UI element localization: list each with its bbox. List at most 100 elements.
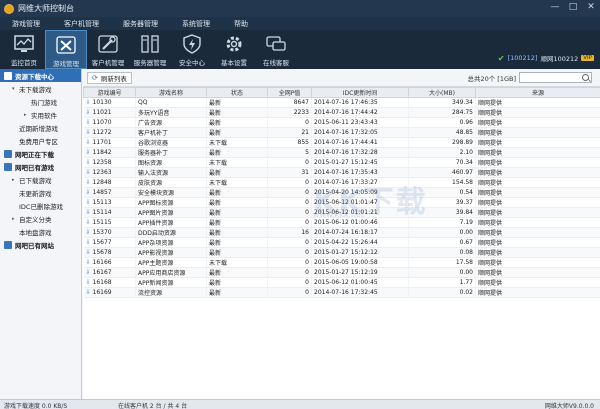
chevron-right-icon[interactable]: ▸	[12, 177, 19, 183]
cell-source: 顺网提供	[475, 197, 600, 208]
column-header-name[interactable]: 游戏名称	[135, 87, 207, 98]
minimize-button[interactable]: —	[546, 0, 564, 14]
menu-help[interactable]: 帮助	[222, 19, 260, 29]
download-icon: ⇩	[85, 189, 91, 196]
menu-client-management[interactable]: 客户机管理	[52, 19, 111, 29]
sidebar-item-3[interactable]: ▸ 实用软件	[0, 108, 81, 121]
table-row[interactable]: ⇩ 16169 流控资源 最新 0 2014-07-16 17:32:45 0.02 顺网提供	[83, 287, 600, 298]
chevron-right-icon[interactable]: ▸	[12, 216, 19, 222]
sidebar-item-11[interactable]: ▸ 自定义分类	[0, 212, 81, 225]
table-row[interactable]: ⇩ 11842 服务器补丁 最新 5 2014-07-16 17:32:28 2.10 顺网提…	[83, 147, 600, 158]
cell-name-text: APP插件资源	[138, 220, 174, 227]
sidebar-item-0[interactable]: 资源下载中心	[0, 69, 81, 82]
cell-p-value: 0	[267, 217, 312, 228]
cell-p-value: 21	[267, 127, 312, 138]
sidebar-item-4[interactable]: 近期新增游戏	[0, 121, 81, 134]
download-icon: ⇩	[85, 129, 91, 136]
cell-id-text: 12363	[92, 169, 112, 176]
toolbar-online-service[interactable]: 在线客服	[255, 30, 297, 69]
column-header-status[interactable]: 状态	[206, 87, 268, 98]
toolbar-label: 监控首页	[11, 59, 37, 67]
toolbar-basic-settings[interactable]: 基本设置	[213, 30, 255, 69]
menu-game-management[interactable]: 游戏管理	[0, 19, 52, 29]
close-button[interactable]: ✕	[582, 0, 600, 14]
cell-size: 0.00	[408, 227, 476, 238]
sidebar-item-10[interactable]: IDC已删除游戏	[0, 199, 81, 212]
toolbar-client-management[interactable]: 客户机管理	[87, 30, 129, 69]
cell-p-value-text: 855	[297, 139, 309, 146]
table-row[interactable]: ⇩ 11021 多玩YY语音 最新 2233 2014-07-16 17:44:42 284…	[83, 107, 600, 118]
cell-size-text: 48.85	[455, 129, 473, 136]
cell-idc-time: 2014-07-16 17:32:28	[311, 147, 409, 158]
table-row[interactable]: ⇩ 14857 安全模块资源 最新 0 2015-04-20 14:05:09 0.54 顺网…	[83, 187, 600, 198]
sidebar-item-label: 已下载游戏	[19, 176, 52, 185]
sidebar-item-1[interactable]: ▾ 未下载游戏	[0, 82, 81, 95]
cell-p-value: 0	[267, 187, 312, 198]
app-logo-icon	[4, 3, 14, 14]
menu-server-management[interactable]: 服务器管理	[111, 19, 170, 29]
sidebar-item-7[interactable]: 网吧已有游戏	[0, 160, 81, 173]
server-icon	[138, 33, 162, 55]
sidebar-item-2[interactable]: 热门游戏	[0, 95, 81, 108]
toolbar-monitor-home[interactable]: 监控首页	[3, 30, 45, 69]
cell-p-value-text: 0	[305, 259, 309, 266]
cell-name-text: DDD启动资源	[138, 230, 176, 237]
cell-size-text: 1.77	[459, 279, 473, 286]
sidebar-item-8[interactable]: ▸ 已下载游戏	[0, 173, 81, 186]
table-row[interactable]: ⇩ 11272 客户机补丁 最新 21 2014-07-16 17:32:05 48.85 顺…	[83, 127, 600, 138]
table-row[interactable]: ⇩ 15370 DDD启动资源 最新 16 2014-07-24 16:18:17 0.00…	[83, 227, 600, 238]
cell-idc-time-text: 2014-07-16 17:44:42	[314, 109, 378, 116]
sidebar-item-9[interactable]: 未更新游戏	[0, 186, 81, 199]
table-row[interactable]: ⇩ 16166 APP主题资源 未下载 0 2015-06-05 19:00:58 17.5…	[83, 257, 600, 268]
table-row[interactable]: ⇩ 10130 QQ 最新 8647 2014-07-16 17:46:35 349.34 顺…	[83, 97, 600, 108]
table-row[interactable]: ⇩ 12848 皮肤资源 未下载 0 2014-07-16 17:33:27 154.58 顺…	[83, 177, 600, 188]
table-row[interactable]: ⇩ 11070 广告资源 最新 0 2015-06-11 23:43:43 0.96 顺网提供	[83, 117, 600, 128]
search-icon[interactable]	[582, 74, 589, 81]
column-header-size[interactable]: 大小(MB)	[408, 87, 476, 98]
chevron-down-icon[interactable]: ▾	[12, 86, 19, 92]
cell-p-value-text: 0	[305, 269, 309, 276]
cell-source: 顺网提供	[475, 237, 600, 248]
cell-idc-time-text: 2015-04-20 14:05:09	[314, 189, 378, 196]
maximize-button[interactable]: □	[564, 0, 582, 14]
table-row[interactable]: ⇩ 11701 谷歌浏览器 未下载 855 2014-07-16 17:44:41 298.…	[83, 137, 600, 148]
cell-name: APP影视资源	[135, 247, 207, 258]
main-panel: ⟳ 刷新列表 总共20个 [1GB] 游戏编号 游戏名称 状态 全网P值 IDC…	[83, 69, 600, 399]
cell-status: 最新	[206, 227, 268, 238]
sidebar-item-label: IDC已删除游戏	[19, 202, 63, 211]
chevron-right-icon[interactable]: ▸	[24, 112, 31, 118]
cell-status-text: 未下载	[209, 180, 228, 187]
cell-id: ⇩ 16168	[83, 277, 136, 288]
table-row[interactable]: ⇩ 15115 APP插件资源 最新 0 2015-06-12 01:00:46 7.19 顺…	[83, 217, 600, 228]
toolbar-server-management[interactable]: 服务器管理	[129, 30, 171, 69]
table-row[interactable]: ⇩ 15678 APP影视资源 最新 0 2015-01-27 15:12:12 0.08 顺…	[83, 247, 600, 258]
table-row[interactable]: ⇩ 16168 APP新闻资源 最新 0 2015-06-12 01:00:45 1.77 顺…	[83, 277, 600, 288]
toolbar-security-center[interactable]: 安全中心	[171, 30, 213, 69]
cell-id-text: 16166	[92, 259, 112, 266]
cell-status-text: 未下载	[209, 140, 228, 147]
cell-name-text: 服务器补丁	[138, 150, 169, 157]
table-row[interactable]: ⇩ 12363 输入法资源 最新 31 2014-07-16 17:35:43 460.97…	[83, 167, 600, 178]
table-row[interactable]: ⇩ 16167 APP应用商店资源 最新 0 2015-01-27 15:12:19 0.0…	[83, 267, 600, 278]
sidebar-item-5[interactable]: 免费用户专区	[0, 134, 81, 147]
search-input[interactable]	[519, 72, 592, 83]
table-row[interactable]: ⇩ 15677 APP杂项资源 最新 0 2015-04-22 15:26:44 0.67 顺…	[83, 237, 600, 248]
cell-size-text: 70.34	[455, 159, 473, 166]
refresh-list-button[interactable]: ⟳ 刷新列表	[87, 71, 132, 84]
cell-name-text: 安全模块资源	[138, 190, 175, 197]
cell-idc-time-text: 2014-07-16 17:46:35	[314, 99, 378, 106]
table-row[interactable]: ⇩ 15113 APP图标资源 最新 0 2015-06-12 01:01:47 39.37…	[83, 197, 600, 208]
table-row[interactable]: ⇩ 12358 图标资源 未下载 0 2015-01-27 15:12:45 70.34 顺网…	[83, 157, 600, 168]
sidebar-item-12[interactable]: 本地盘游戏	[0, 225, 81, 238]
user-id-link[interactable]: [100212]	[508, 54, 538, 62]
menu-system-management[interactable]: 系统管理	[170, 19, 222, 29]
column-header-source[interactable]: 来源	[475, 87, 600, 98]
table-row[interactable]: ⇩ 15114 APP图片资源 最新 0 2015-06-12 01:01:21 39.84…	[83, 207, 600, 218]
column-header-p-value[interactable]: 全网P值	[267, 87, 312, 98]
column-header-id[interactable]: 游戏编号	[83, 87, 136, 98]
column-header-idc-time[interactable]: IDC更新时间	[311, 87, 409, 98]
cell-size-text: 0.67	[459, 239, 473, 246]
sidebar-item-13[interactable]: 网吧已有网站	[0, 238, 81, 251]
toolbar-game-management[interactable]: 游戏管理	[45, 30, 87, 69]
sidebar-item-6[interactable]: 网吧正在下载	[0, 147, 81, 160]
